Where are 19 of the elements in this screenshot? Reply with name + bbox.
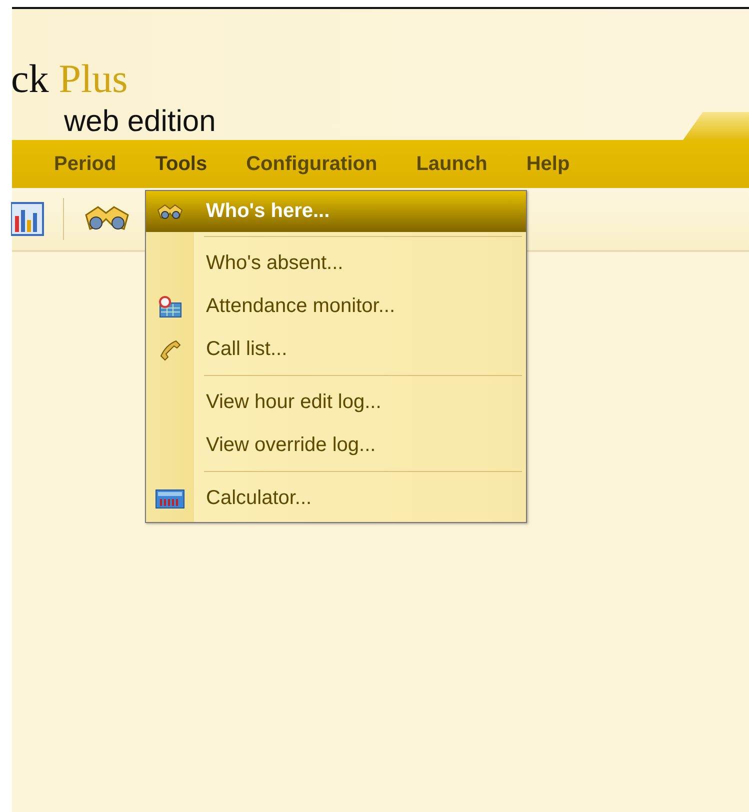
menu-item[interactable]: Launch [408,146,496,182]
menu-item[interactable]: Period [46,146,124,182]
menu-option[interactable]: Who's absent... [146,242,526,285]
phone-icon [158,338,182,360]
menu-option[interactable]: Attendance monitor... [146,285,526,328]
calculator-icon [155,488,185,508]
menu-item[interactable]: Tools [147,146,216,182]
app-title-accent: Plus [58,56,128,101]
menu-item[interactable]: Help [518,146,578,182]
menu-option[interactable]: Call list... [146,328,526,371]
menu-option[interactable]: View override log... [146,424,526,467]
menu-option[interactable]: Calculator... [146,477,526,520]
menu-option[interactable]: View hour edit log... [146,381,526,424]
calendar-icon [157,296,183,318]
edition-label: web edition [64,106,217,138]
chart-icon[interactable] [11,202,44,236]
app-title: ck [11,56,49,101]
menu-item[interactable]: Configuration [238,146,386,182]
binoculars-icon [157,204,183,220]
